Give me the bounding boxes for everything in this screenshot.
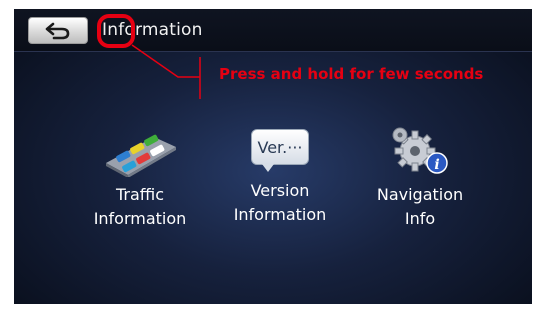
menu-item-label: Navigation Info: [376, 185, 464, 228]
version-bubble-text: Ver.···: [257, 137, 303, 157]
info-screen: Information Press and hold for few secon…: [14, 9, 532, 304]
traffic-cars-icon: [106, 134, 176, 177]
menu-item-version-information[interactable]: Ver.··· Version Information: [225, 129, 335, 227]
annotation-text: Press and hold for few seconds: [219, 65, 484, 83]
menu-item-navigation-info[interactable]: i Navigation Info: [365, 123, 475, 231]
menu-item-traffic-information[interactable]: Traffic Information: [85, 125, 195, 231]
menu-item-label: Version Information: [233, 181, 327, 224]
version-bubble-icon: Ver.···: [251, 129, 309, 172]
gears-info-icon: i: [392, 127, 448, 174]
svg-text:i: i: [434, 157, 439, 173]
menu-item-label: Traffic Information: [93, 185, 187, 228]
